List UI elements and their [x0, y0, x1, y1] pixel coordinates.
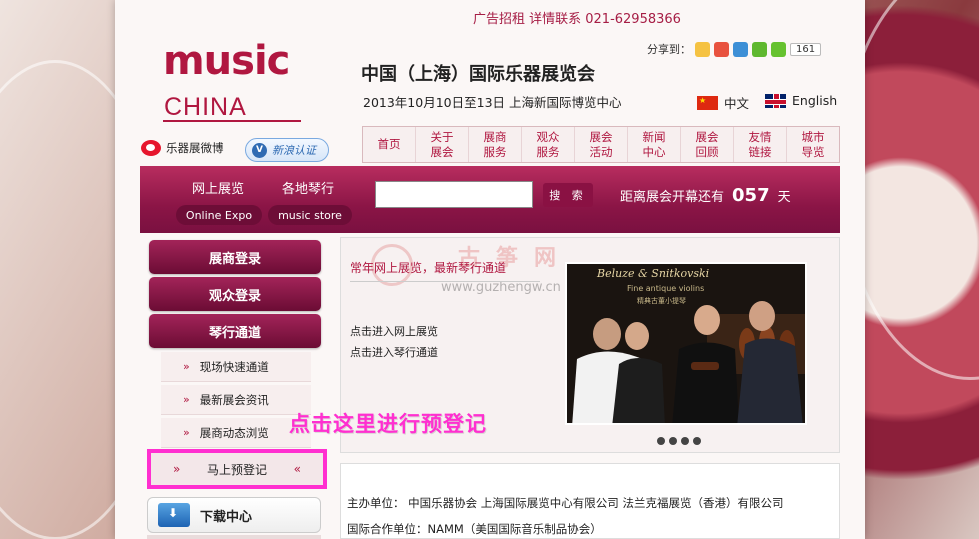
store-channel-button[interactable]: 琴行通道 [149, 314, 321, 348]
organizer-info: 主办单位： 中国乐器协会 上海国际展览中心有限公司 法兰克福展览（香港）有限公司… [340, 463, 840, 539]
nav-item-4[interactable]: 展会 活动 [575, 127, 628, 162]
wechat-icon[interactable] [752, 41, 767, 57]
uk-flag-icon [765, 93, 786, 108]
countdown-suffix: 天 [777, 190, 791, 205]
nav-item-3[interactable]: 观众 服务 [522, 127, 575, 162]
nav-item-1[interactable]: 关于 展会 [416, 127, 469, 162]
countdown: 距离展会开幕还有 057 天 [620, 185, 791, 206]
event-date: 2013年10月10日至13日 上海新国际博览中心 [363, 95, 622, 110]
organizer-line: 主办单位： 中国乐器协会 上海国际展览中心有限公司 法兰克福展览（香港）有限公司 [347, 496, 784, 510]
sidebar-next-item [147, 535, 321, 539]
slide-dot[interactable] [657, 437, 665, 445]
sina-weibo-icon[interactable] [714, 41, 729, 57]
sina-verify-badge[interactable]: V 新浪认证 [245, 138, 329, 162]
nav-item-6[interactable]: 展会 回顾 [681, 127, 734, 162]
weibo-link[interactable]: 乐器展微博 [141, 140, 224, 156]
lang-switch-en[interactable]: English [765, 93, 837, 108]
countdown-prefix: 距离展会开幕还有 [620, 190, 725, 205]
ad-banner-text[interactable]: 广告招租 详情联系 021-62958366 [473, 8, 681, 27]
chevron-right-icon: » [173, 462, 181, 476]
online-expo-link[interactable]: 网上展览 [192, 178, 244, 197]
logo-music[interactable]: music [163, 38, 290, 84]
download-label: 下载中心 [200, 509, 253, 525]
nav-item-2[interactable]: 展商 服务 [469, 127, 522, 162]
panel-divider [350, 281, 540, 282]
share-count: 161 [790, 42, 822, 56]
tencent-weibo-icon[interactable] [733, 41, 748, 57]
verify-icon: V [252, 142, 267, 158]
countdown-days: 057 [732, 185, 770, 206]
china-flag-icon [697, 95, 718, 110]
lang-en-label: English [792, 93, 838, 108]
online-expo-button[interactable]: Online Expo [176, 205, 262, 225]
chevron-left-icon: « [293, 462, 301, 476]
slide-dot[interactable] [669, 437, 677, 445]
share-bar: 分享到： 161 [647, 41, 822, 57]
photo-sign-cn: 精典古董小提琴 [637, 297, 686, 305]
slide-dot[interactable] [681, 437, 689, 445]
music-store-link[interactable]: 各地琴行 [282, 178, 334, 197]
exhibitor-login-button[interactable]: 展商登录 [149, 240, 321, 274]
share-label: 分享到： [647, 43, 691, 56]
online-expo-entry-link[interactable]: 点击进入网上展览 [350, 323, 438, 339]
download-monitor-icon [158, 503, 190, 527]
nav-item-8[interactable]: 城市 导览 [787, 127, 839, 162]
chevron-right-icon: » [183, 393, 190, 406]
nav-item-7[interactable]: 友情 链接 [734, 127, 787, 162]
page-container: 广告招租 详情联系 021-62958366 music CHINA 分享到： … [115, 0, 865, 539]
partner-line: 国际合作单位：NAMM（美国国际音乐制品协会） [347, 522, 602, 536]
more-share-icon[interactable] [771, 41, 786, 57]
watermark-url: www.guzhengw.cn [441, 280, 561, 295]
sidebar-item-label: 现场快速通道 [199, 359, 269, 374]
nav-item-5[interactable]: 新闻 中心 [628, 127, 681, 162]
lang-cn-label: 中文 [724, 96, 750, 111]
preregister-label: 马上预登记 [206, 462, 267, 477]
store-channel-entry-link[interactable]: 点击进入琴行通道 [350, 344, 438, 360]
verify-label: 新浪认证 [272, 144, 316, 157]
slideshow-dots [657, 437, 701, 445]
logo-china[interactable]: CHINA [164, 93, 247, 122]
weibo-icon [141, 140, 161, 156]
quick-bar: 网上展览 各地琴行 Online Expo music store 搜 索 距离… [140, 166, 840, 233]
search-input[interactable] [375, 181, 533, 208]
search-button[interactable]: 搜 索 [543, 183, 593, 207]
sidebar-item-onsite[interactable]: » 现场快速通道 [161, 352, 311, 382]
photo-sign-text: Beluze & Snitkovski [597, 267, 710, 280]
slideshow-image[interactable]: Beluze & Snitkovski Fine antique violins… [565, 262, 807, 425]
sidebar-item-label: 最新展会资讯 [199, 392, 269, 407]
panel-heading: 常年网上展览，最新琴行通道 [350, 261, 507, 275]
download-center-button[interactable]: 下载中心 [147, 497, 321, 533]
weibo-label: 乐器展微博 [166, 141, 224, 155]
music-store-button[interactable]: music store [268, 205, 352, 225]
lang-switch-cn[interactable]: 中文 [697, 93, 749, 112]
main-nav: 首页 关于 展会 展商 服务 观众 服务 展会 活动 新闻 中心 展会 回顾 友情 链接 城市 … [362, 126, 840, 163]
slide-dot[interactable] [693, 437, 701, 445]
preregister-button[interactable]: » 马上预登记 « [147, 449, 327, 489]
chevron-right-icon: » [183, 426, 190, 439]
sidebar-item-label: 展商动态浏览 [199, 425, 269, 440]
chevron-right-icon: » [183, 360, 190, 373]
nav-item-0[interactable]: 首页 [363, 127, 416, 162]
page-title: 中国（上海）国际乐器展览会 [361, 64, 595, 85]
photo-sign-subtext: Fine antique violins [627, 284, 705, 293]
visitor-login-button[interactable]: 观众登录 [149, 277, 321, 311]
preregister-hint: 点击这里进行预登记 [289, 412, 487, 436]
qzone-icon[interactable] [695, 41, 710, 57]
